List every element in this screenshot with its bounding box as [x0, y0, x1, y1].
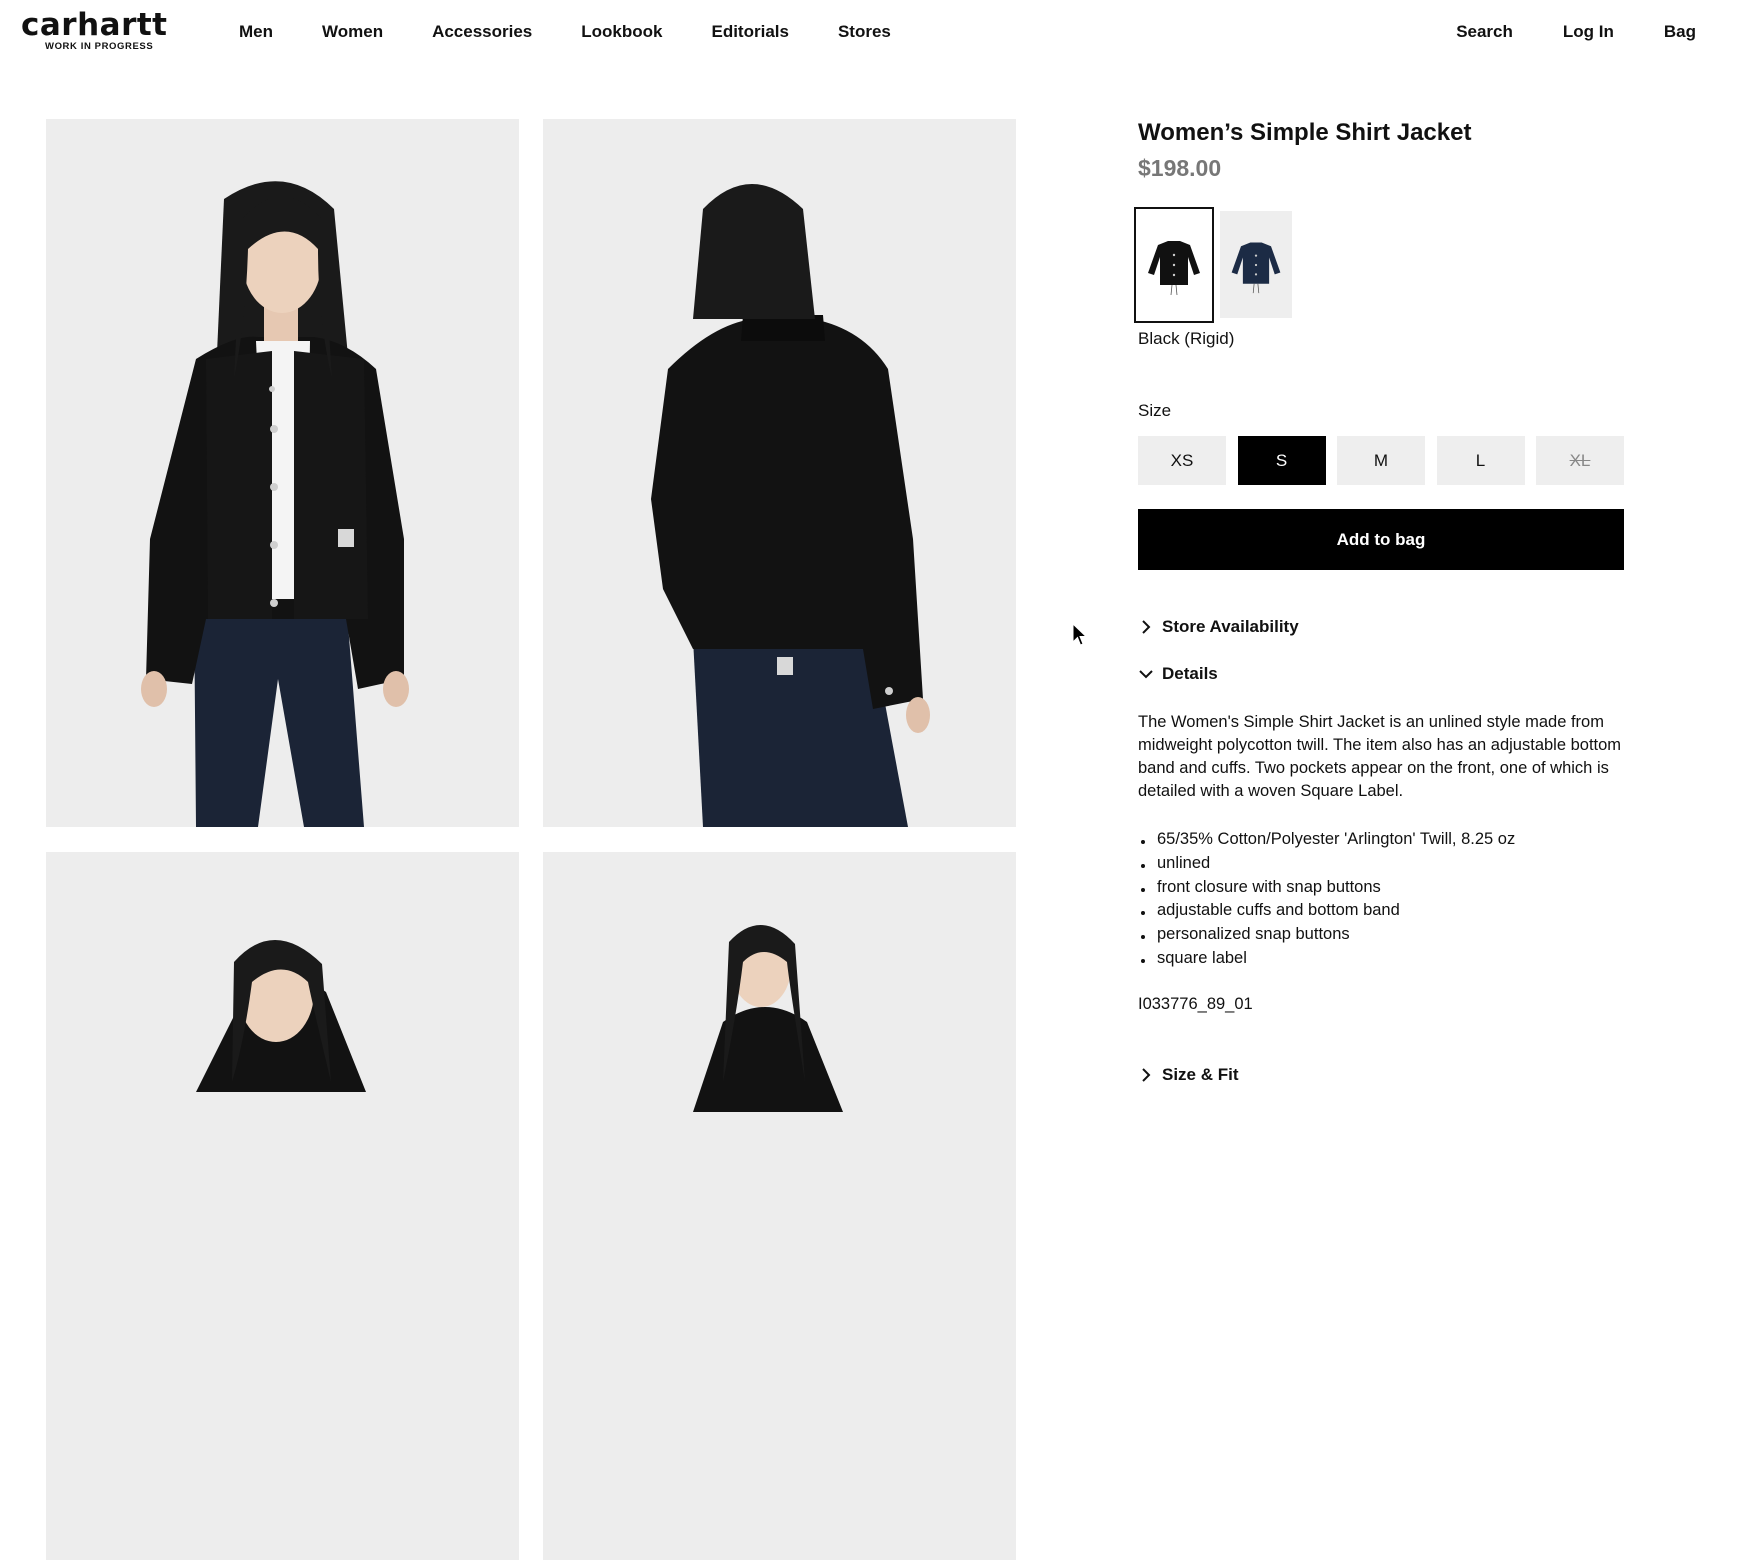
feature-item: 65/35% Cotton/Polyester 'Arlington' Twil… [1138, 828, 1515, 852]
product-info: Women’s Simple Shirt Jacket $198.00 Blac… [1134, 116, 1624, 1084]
size-label: Size [1138, 401, 1172, 420]
site-header: carhartt WORK IN PROGRESS Men Women Acce… [0, 0, 1742, 64]
bag-link[interactable]: Bag [1664, 22, 1696, 42]
nav-item-stores[interactable]: Stores [838, 22, 891, 42]
product-photo-back[interactable] [543, 119, 1016, 827]
product-title: Women’s Simple Shirt Jacket [1138, 119, 1472, 146]
jacket-thumbnail-icon [1231, 242, 1281, 293]
feature-item: unlined [1138, 852, 1515, 876]
brand-logo[interactable]: carhartt WORK IN PROGRESS [21, 7, 191, 53]
mouse-cursor-icon [1072, 623, 1088, 646]
jacket-thumbnail-icon [1148, 241, 1200, 296]
brand-name: carhartt [21, 7, 168, 43]
size-selector: XS S M L XL [1138, 436, 1624, 485]
nav-item-editorials[interactable]: Editorials [711, 22, 788, 42]
size-fit-label: Size & Fit [1162, 1065, 1239, 1084]
login-link[interactable]: Log In [1563, 22, 1614, 42]
product-photo-side[interactable] [543, 852, 1016, 1560]
selected-color-label: Black (Rigid) [1138, 329, 1235, 348]
size-l-button[interactable]: L [1436, 436, 1525, 485]
swatch-black[interactable] [1134, 207, 1214, 323]
product-description: The Women's Simple Shirt Jacket is an un… [1138, 713, 1622, 800]
chevron-right-icon [1142, 620, 1151, 634]
store-availability-label: Store Availability [1162, 617, 1299, 636]
details-label: Details [1162, 664, 1218, 683]
feature-item: front closure with snap buttons [1138, 876, 1515, 900]
nav-item-lookbook[interactable]: Lookbook [581, 22, 662, 42]
utility-nav: Search Log In Bag [1406, 22, 1696, 42]
swatch-navy[interactable] [1220, 211, 1292, 318]
size-m-button[interactable]: M [1337, 436, 1425, 485]
store-availability-toggle[interactable]: Store Availability [1138, 617, 1299, 637]
nav-item-men[interactable]: Men [239, 22, 273, 42]
details-toggle[interactable]: Details [1138, 664, 1218, 684]
nav-item-accessories[interactable]: Accessories [432, 22, 532, 42]
feature-item: personalized snap buttons [1138, 923, 1515, 947]
brand-tagline: WORK IN PROGRESS [45, 41, 154, 52]
search-link[interactable]: Search [1456, 22, 1513, 42]
chevron-right-icon [1142, 1068, 1151, 1082]
product-photo-front[interactable] [46, 119, 519, 827]
feature-item: square label [1138, 947, 1515, 971]
size-xs-button[interactable]: XS [1138, 436, 1226, 485]
size-fit-toggle[interactable]: Size & Fit [1138, 1065, 1239, 1085]
product-sku: I033776_89_01 [1138, 995, 1253, 1013]
size-s-button[interactable]: S [1237, 436, 1326, 485]
feature-item: adjustable cuffs and bottom band [1138, 899, 1515, 923]
main-nav: Men Women Accessories Lookbook Editorial… [239, 22, 940, 42]
product-price: $198.00 [1138, 155, 1222, 181]
color-swatches [1134, 207, 1298, 323]
chevron-down-icon [1139, 670, 1153, 679]
size-xl-button[interactable]: XL [1536, 436, 1624, 485]
feature-list: 65/35% Cotton/Polyester 'Arlington' Twil… [1138, 828, 1515, 971]
add-to-bag-button[interactable]: Add to bag [1138, 509, 1624, 570]
product-photo-three-quarter[interactable] [46, 852, 519, 1560]
nav-item-women[interactable]: Women [322, 22, 383, 42]
